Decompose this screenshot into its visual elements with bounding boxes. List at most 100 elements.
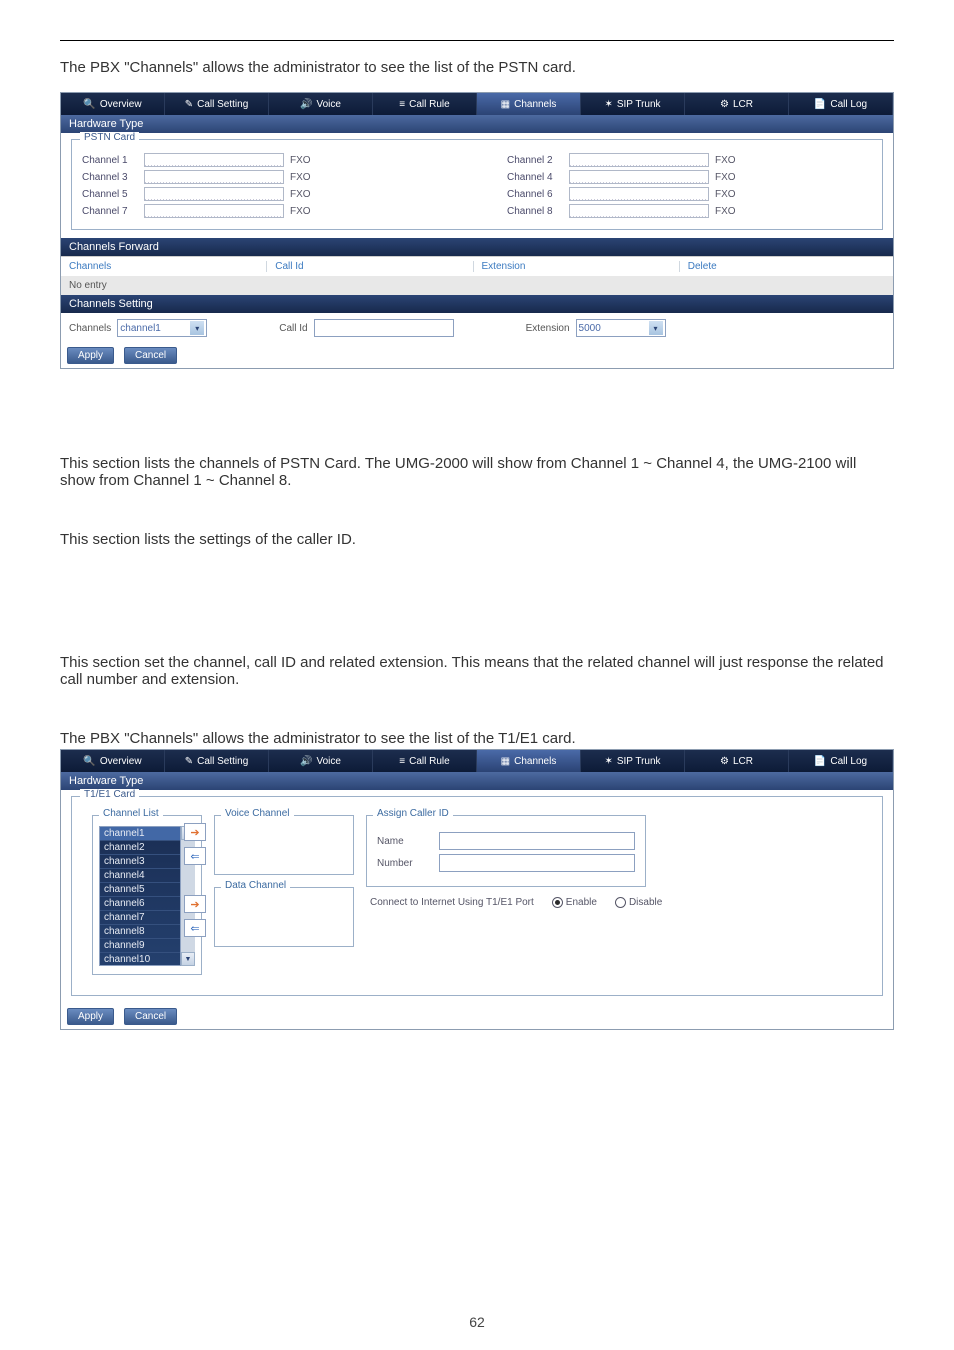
move-left-button[interactable]: ⇐: [184, 847, 206, 865]
tab-voice[interactable]: 🔊Voice: [269, 750, 373, 772]
list-item[interactable]: channel1: [100, 827, 180, 841]
move-left-button[interactable]: ⇐: [184, 919, 206, 937]
tab-channels[interactable]: ▦Channels: [477, 750, 581, 772]
channel-list-legend: Channel List: [99, 808, 163, 819]
mid-text-3: This section set the channel, call ID an…: [60, 654, 894, 688]
voice-icon: 🔊: [300, 99, 312, 110]
voice-icon: 🔊: [300, 756, 312, 767]
hardware-type-header-2: Hardware Type: [61, 772, 893, 790]
voice-channel-box: Voice Channel: [214, 815, 354, 875]
hardware-type-header: Hardware Type: [61, 115, 893, 133]
channels-icon: ▦: [501, 99, 510, 110]
channels-label: Channels: [69, 323, 111, 334]
number-input[interactable]: [439, 854, 635, 872]
name-label: Name: [377, 836, 431, 847]
th-callid: Call Id: [266, 261, 472, 272]
lcr-icon: ⚙: [720, 99, 729, 110]
tab-sip-trunk[interactable]: ✶SIP Trunk: [581, 750, 685, 772]
no-entry-row: No entry: [61, 276, 893, 295]
list-icon: ≡: [399, 99, 405, 110]
chevron-down-icon: ▾: [190, 321, 204, 335]
channel-row: Channel 5FXO: [82, 187, 447, 201]
data-channel-box: Data Channel: [214, 887, 354, 947]
list-item[interactable]: channel5: [100, 883, 180, 897]
screenshot-channels-pstn: 🔍Overview ✎Call Setting 🔊Voice ≡Call Rul…: [60, 92, 894, 369]
list-item[interactable]: channel9: [100, 939, 180, 953]
channel-input[interactable]: [144, 187, 284, 201]
channel-row: Channel 3FXO: [82, 170, 447, 184]
cancel-button[interactable]: Cancel: [124, 1008, 177, 1025]
channel-input[interactable]: [569, 170, 709, 184]
chevron-down-icon: ▾: [649, 321, 663, 335]
list-item[interactable]: channel10: [100, 953, 180, 966]
channel-row: Channel 6FXO: [507, 187, 872, 201]
channels-select[interactable]: channel1 ▾: [117, 319, 207, 337]
apply-button[interactable]: Apply: [67, 347, 114, 364]
channel-input[interactable]: [569, 204, 709, 218]
extension-select[interactable]: 5000 ▾: [576, 319, 666, 337]
screenshot-channels-t1e1: 🔍Overview ✎Call Setting 🔊Voice ≡Call Rul…: [60, 749, 894, 1030]
scroll-down-icon[interactable]: ▼: [181, 952, 195, 966]
channel-input[interactable]: [569, 187, 709, 201]
mid-text-1: This section lists the channels of PSTN …: [60, 455, 894, 489]
sip-icon: ✶: [604, 99, 612, 110]
tab-call-log[interactable]: 📄Call Log: [789, 750, 893, 772]
callid-label: Call Id: [279, 323, 307, 334]
tab-call-setting[interactable]: ✎Call Setting: [165, 93, 269, 115]
move-right-button[interactable]: ➔: [184, 895, 206, 913]
callid-input[interactable]: [314, 319, 454, 337]
th-delete: Delete: [679, 261, 885, 272]
tab-call-rule[interactable]: ≡Call Rule: [373, 750, 477, 772]
voice-channel-legend: Voice Channel: [221, 808, 294, 819]
sip-icon: ✶: [604, 756, 612, 767]
cancel-button[interactable]: Cancel: [124, 347, 177, 364]
edit-icon: ✎: [185, 99, 193, 110]
pstn-card-legend: PSTN Card: [80, 132, 139, 143]
tab-overview[interactable]: 🔍Overview: [61, 750, 165, 772]
tab-call-log[interactable]: 📄Call Log: [789, 93, 893, 115]
log-icon: 📄: [814, 756, 826, 767]
enable-radio[interactable]: [552, 897, 563, 908]
t1e1-card-legend: T1/E1 Card: [80, 789, 139, 800]
channel-input[interactable]: [144, 204, 284, 218]
move-right-button[interactable]: ➔: [184, 823, 206, 841]
channel-input[interactable]: [144, 170, 284, 184]
tab-call-setting[interactable]: ✎Call Setting: [165, 750, 269, 772]
tab-overview[interactable]: 🔍Overview: [61, 93, 165, 115]
list-item[interactable]: channel4: [100, 869, 180, 883]
intro-text: The PBX "Channels" allows the administra…: [60, 59, 894, 76]
forward-table-header: Channels Call Id Extension Delete: [61, 256, 893, 276]
apply-button[interactable]: Apply: [67, 1008, 114, 1025]
channel-listbox[interactable]: channel1 channel2 channel3 channel4 chan…: [99, 826, 181, 966]
tab-call-rule[interactable]: ≡Call Rule: [373, 93, 477, 115]
tab-sip-trunk[interactable]: ✶SIP Trunk: [581, 93, 685, 115]
list-item[interactable]: channel8: [100, 925, 180, 939]
number-label: Number: [377, 858, 431, 869]
channel-row: Channel 7FXO: [82, 204, 447, 218]
channel-row: Channel 8FXO: [507, 204, 872, 218]
enable-label: Enable: [566, 897, 597, 908]
list-item[interactable]: channel2: [100, 841, 180, 855]
channel-input[interactable]: [144, 153, 284, 167]
list-item[interactable]: channel7: [100, 911, 180, 925]
list-item[interactable]: channel6: [100, 897, 180, 911]
tab-voice[interactable]: 🔊Voice: [269, 93, 373, 115]
tab-channels[interactable]: ▦Channels: [477, 93, 581, 115]
tab-lcr[interactable]: ⚙LCR: [685, 93, 789, 115]
name-input[interactable]: [439, 832, 635, 850]
overview-icon: 🔍: [83, 99, 95, 110]
connect-row: Connect to Internet Using T1/E1 Port Ena…: [370, 897, 662, 908]
th-channels: Channels: [69, 261, 266, 272]
list-item[interactable]: channel3: [100, 855, 180, 869]
th-extension: Extension: [473, 261, 679, 272]
lcr-icon: ⚙: [720, 756, 729, 767]
tab-lcr[interactable]: ⚙LCR: [685, 750, 789, 772]
disable-radio[interactable]: [615, 897, 626, 908]
list-icon: ≡: [399, 756, 405, 767]
extension-label: Extension: [526, 323, 570, 334]
assign-caller-id-legend: Assign Caller ID: [373, 808, 453, 819]
t1e1-card-fieldset: T1/E1 Card Channel List channel1 channel…: [71, 796, 883, 996]
log-icon: 📄: [814, 99, 826, 110]
channel-input[interactable]: [569, 153, 709, 167]
edit-icon: ✎: [185, 756, 193, 767]
